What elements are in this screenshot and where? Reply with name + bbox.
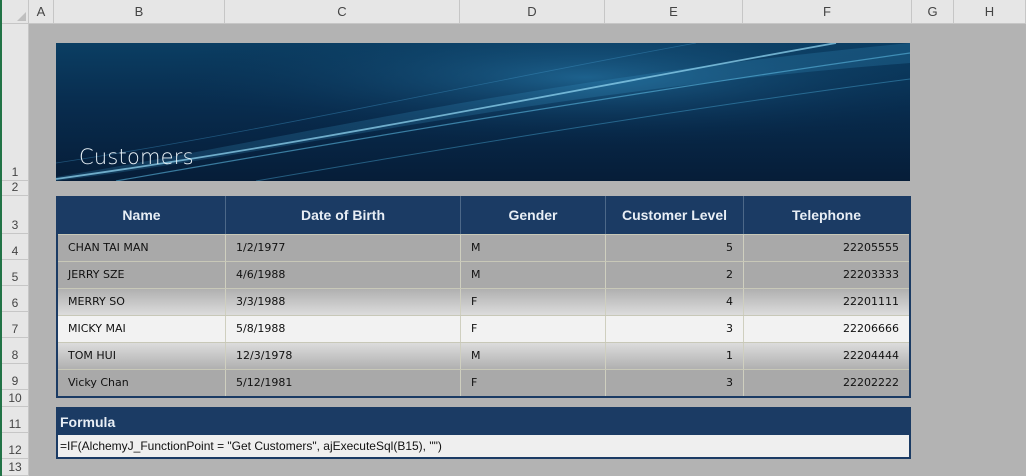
cell-gender[interactable]: F: [461, 370, 606, 396]
formula-box: Formula =IF(AlchemyJ_FunctionPoint = "Ge…: [56, 407, 911, 459]
table-row-highlighted: MICKY MAI 5/8/1988 F 3 22206666: [58, 315, 909, 342]
cell-telephone[interactable]: 22203333: [744, 262, 909, 288]
cell-name[interactable]: Vicky Chan: [58, 370, 226, 396]
cell-customer-level[interactable]: 1: [606, 343, 744, 369]
cell-telephone[interactable]: 22206666: [744, 316, 909, 342]
cell-gender[interactable]: M: [461, 262, 606, 288]
cell-date-of-birth[interactable]: 5/8/1988: [226, 316, 461, 342]
cell-gender[interactable]: M: [461, 343, 606, 369]
table-row: JERRY SZE 4/6/1988 M 2 22203333: [58, 261, 909, 288]
table-header-row: Name Date of Birth Gender Customer Level…: [58, 196, 909, 234]
row-header-3[interactable]: 3: [2, 196, 29, 234]
row-header-5[interactable]: 5: [2, 260, 29, 286]
cell-name[interactable]: CHAN TAI MAN: [58, 235, 226, 261]
cell-telephone[interactable]: 22205555: [744, 235, 909, 261]
column-header-d[interactable]: D: [460, 0, 605, 24]
customers-table: Name Date of Birth Gender Customer Level…: [56, 196, 911, 398]
header-gender[interactable]: Gender: [461, 196, 606, 234]
corner-triangle-icon: [17, 12, 26, 21]
column-header-b[interactable]: B: [54, 0, 225, 24]
header-name[interactable]: Name: [58, 196, 226, 234]
table-row: MERRY SO 3/3/1988 F 4 22201111: [58, 288, 909, 315]
cell-customer-level[interactable]: 4: [606, 289, 744, 315]
cell-customer-level[interactable]: 5: [606, 235, 744, 261]
row-header-10[interactable]: 10: [2, 390, 29, 407]
cell-date-of-birth[interactable]: 5/12/1981: [226, 370, 461, 396]
cell-name[interactable]: TOM HUI: [58, 343, 226, 369]
banner-title: Customers: [79, 145, 194, 169]
row-header-11[interactable]: 11: [2, 407, 29, 433]
cell-gender[interactable]: F: [461, 316, 606, 342]
column-header-h[interactable]: H: [954, 0, 1026, 24]
formula-label: Formula: [58, 409, 909, 435]
row-header-12[interactable]: 12: [2, 433, 29, 459]
cell-telephone[interactable]: 22204444: [744, 343, 909, 369]
select-all-corner[interactable]: [2, 0, 29, 24]
row-header-4[interactable]: 4: [2, 234, 29, 260]
spreadsheet: A B C D E F G H 1 2 3 4 5 6 7 8 9 10 11 …: [0, 0, 1026, 476]
header-customer-level[interactable]: Customer Level: [606, 196, 744, 234]
column-header-g[interactable]: G: [912, 0, 954, 24]
cell-date-of-birth[interactable]: 12/3/1978: [226, 343, 461, 369]
table-row: CHAN TAI MAN 1/2/1977 M 5 22205555: [58, 234, 909, 261]
table-row: Vicky Chan 5/12/1981 F 3 22202222: [58, 369, 909, 396]
banner-image: Customers: [56, 43, 910, 181]
header-telephone[interactable]: Telephone: [744, 196, 909, 234]
row-header-6[interactable]: 6: [2, 286, 29, 312]
row-header-1[interactable]: 1: [2, 24, 29, 181]
formula-cell[interactable]: =IF(AlchemyJ_FunctionPoint = "Get Custom…: [58, 435, 909, 458]
cell-name[interactable]: JERRY SZE: [58, 262, 226, 288]
cell-telephone[interactable]: 22201111: [744, 289, 909, 315]
cell-date-of-birth[interactable]: 4/6/1988: [226, 262, 461, 288]
cell-name[interactable]: MICKY MAI: [58, 316, 226, 342]
column-header-a[interactable]: A: [29, 0, 54, 24]
row-header-7[interactable]: 7: [2, 312, 29, 338]
column-header-f[interactable]: F: [743, 0, 912, 24]
cell-customer-level[interactable]: 3: [606, 316, 744, 342]
table-row: TOM HUI 12/3/1978 M 1 22204444: [58, 342, 909, 369]
column-header-e[interactable]: E: [605, 0, 743, 24]
cell-name[interactable]: MERRY SO: [58, 289, 226, 315]
cell-gender[interactable]: F: [461, 289, 606, 315]
column-header-c[interactable]: C: [225, 0, 460, 24]
row-header-9[interactable]: 9: [2, 364, 29, 390]
header-date-of-birth[interactable]: Date of Birth: [226, 196, 461, 234]
cell-date-of-birth[interactable]: 3/3/1988: [226, 289, 461, 315]
row-header-2[interactable]: 2: [2, 180, 29, 196]
cell-customer-level[interactable]: 3: [606, 370, 744, 396]
cell-telephone[interactable]: 22202222: [744, 370, 909, 396]
cell-date-of-birth[interactable]: 1/2/1977: [226, 235, 461, 261]
cell-customer-level[interactable]: 2: [606, 262, 744, 288]
cell-gender[interactable]: M: [461, 235, 606, 261]
row-header-8[interactable]: 8: [2, 338, 29, 364]
row-header-13[interactable]: 13: [2, 459, 29, 476]
